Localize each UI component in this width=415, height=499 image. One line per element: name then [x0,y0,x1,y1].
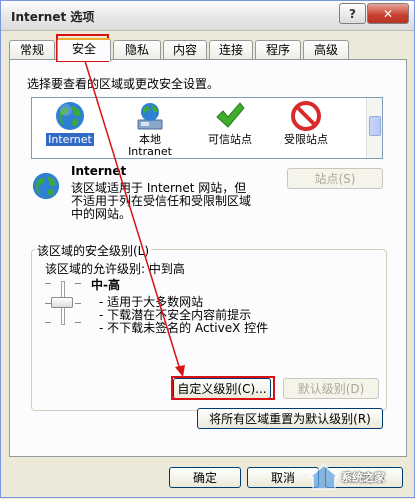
zone-label: 受限站点 [284,133,328,146]
internet-options-dialog: Internet 选项 ? ✕ 常规 安全 隐私 内容 连接 程序 高级 选择要… [0,0,415,498]
help-button[interactable]: ? [339,3,366,24]
close-button[interactable]: ✕ [367,3,409,24]
zone-description: 该区域适用于 Internet 网站，但 不适用于列在受信任和受限制区域 中的网… [71,181,252,221]
slider-tick [75,303,81,304]
tab-label: 高级 [313,43,338,57]
intranet-globe-icon [137,103,163,130]
zone-trusted-sites[interactable]: 可信站点 [192,98,268,158]
title-bar: Internet 选项 ? ✕ [1,1,414,31]
house-icon [307,464,341,490]
slider-tick [75,283,81,284]
globe-icon [56,102,84,130]
tab-label: 内容 [172,43,197,57]
watermark-logo: 系统之家 [301,453,413,497]
tab-label: 常规 [19,43,44,57]
slider-tick [75,322,81,323]
tab-security[interactable]: 安全 [57,38,111,61]
tab-label: 隐私 [124,43,149,57]
scrollbar-thumb[interactable] [369,116,381,136]
button-label: 自定义级别(C)... [177,382,267,396]
zone-internet[interactable]: Internet [32,98,108,158]
tab-connections[interactable]: 连接 [209,40,253,60]
button-label: 默认级别(D) [297,382,365,396]
tab-label: 安全 [71,42,96,56]
ok-button[interactable]: 确定 [169,467,241,488]
help-icon: ? [349,6,356,21]
allowed-levels-text: 该区域的允许级别: 中到高 [45,262,185,276]
zone-label: 本地 Intranet [128,133,172,158]
button-label: 取消 [270,471,295,485]
zone-title: Internet [71,164,127,178]
button-label: 将所有区域重置为默认级别(R) [209,412,371,426]
check-icon [216,102,245,128]
window-title: Internet 选项 [11,10,95,24]
zone-label: 可信站点 [208,133,252,146]
tab-advanced[interactable]: 高级 [303,40,349,60]
tab-label: 连接 [218,43,243,57]
zone-list-scrollbar[interactable] [366,98,382,158]
level-bullet: - 不下载未签名的 ActiveX 控件 [99,321,269,335]
reset-all-zones-button[interactable]: 将所有区域重置为默认级别(R) [197,408,383,429]
default-level-button[interactable]: 默认级别(D) [283,378,379,399]
tab-programs[interactable]: 程序 [255,40,301,60]
button-label: 站点(S) [314,172,356,186]
zone-restricted-sites[interactable]: 受限站点 [268,98,344,158]
zone-list: Internet 本地 Intranet 可信站点 受限站点 [31,97,383,159]
close-icon: ✕ [382,6,394,21]
tab-content[interactable]: 内容 [163,40,207,60]
tab-general[interactable]: 常规 [9,40,55,60]
security-level-slider-thumb[interactable] [51,297,73,308]
custom-level-button[interactable]: 自定义级别(C)... [173,378,271,399]
zone-label: Internet [46,133,94,146]
tab-privacy[interactable]: 隐私 [113,40,161,60]
button-label: 确定 [192,471,217,485]
security-level-name: 中-高 [91,278,120,292]
no-entry-icon [291,101,321,131]
watermark-text: 系统之家 [341,471,385,484]
security-level-group-label: 该区域的安全级别(L) [35,242,152,259]
slider-tick [45,283,51,284]
sites-button[interactable]: 站点(S) [287,168,383,189]
globe-icon [32,172,60,200]
slider-tick [45,322,51,323]
select-zone-prompt: 选择要查看的区域或更改安全设置。 [27,77,220,91]
zone-local-intranet[interactable]: 本地 Intranet [112,98,188,158]
tab-label: 程序 [265,43,290,57]
